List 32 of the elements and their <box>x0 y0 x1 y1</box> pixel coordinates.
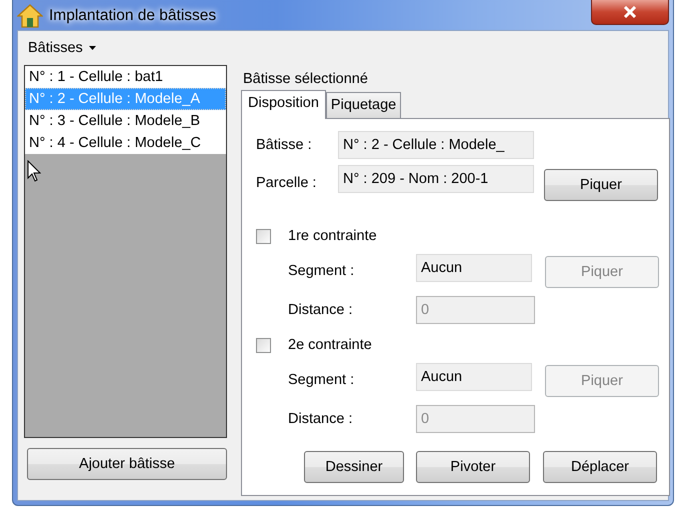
house-icon <box>17 4 43 28</box>
list-item[interactable]: N° : 1 - Cellule : bat1 <box>25 66 226 88</box>
distance-label: Distance : <box>288 411 354 427</box>
action-button[interactable]: Déplacer <box>543 451 657 483</box>
section-label: Bâtisse sélectionné <box>242 71 369 89</box>
action-button[interactable]: Dessiner <box>304 451 404 483</box>
buildings-menu[interactable]: Bâtisses <box>24 38 100 58</box>
window-title: Implantation de bâtisses <box>49 6 216 24</box>
distance-label: Distance : <box>288 302 354 318</box>
checkbox-label: 1re contrainte <box>288 228 377 244</box>
tab[interactable]: Disposition <box>241 90 326 119</box>
segment-field: Aucun <box>416 363 532 391</box>
segment-label: Segment : <box>288 263 356 279</box>
caret-icon <box>88 46 96 50</box>
pick-button[interactable]: Piquer <box>544 169 658 201</box>
distance-field: 0 <box>416 296 535 324</box>
field-label: Parcelle : <box>256 175 318 191</box>
add-building-button[interactable]: Ajouter bâtisse <box>27 448 227 480</box>
checkbox[interactable] <box>256 338 271 352</box>
segment-label: Segment : <box>288 372 356 388</box>
segment-field: Aucun <box>416 254 532 282</box>
field-label: Bâtisse : <box>256 137 313 153</box>
distance-field: 0 <box>416 405 535 433</box>
close-button[interactable] <box>591 0 669 24</box>
list-item[interactable]: N° : 4 - Cellule : Modele_C <box>25 132 226 154</box>
close-icon <box>623 6 637 18</box>
tab[interactable]: Piquetage <box>326 92 402 118</box>
mouse-cursor-icon <box>27 160 41 182</box>
checkbox-label: 2e contrainte <box>288 337 372 353</box>
action-button[interactable]: Pivoter <box>416 451 530 483</box>
list-item[interactable]: N° : 3 - Cellule : Modele_B <box>25 110 226 132</box>
checkbox[interactable] <box>256 228 271 244</box>
